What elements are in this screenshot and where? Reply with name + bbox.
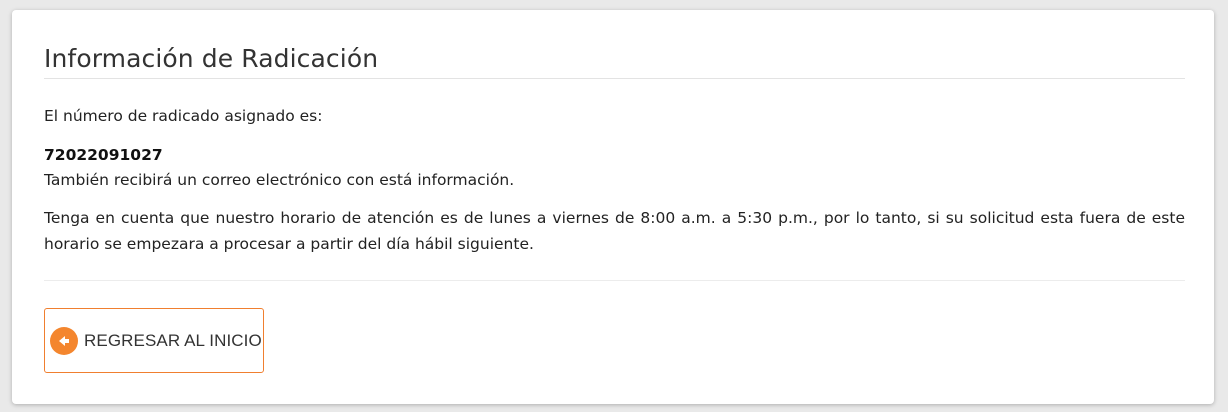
radicado-intro-text: El número de radicado asignado es:: [44, 107, 323, 125]
section-divider: [44, 280, 1185, 281]
back-to-home-button[interactable]: REGRESAR AL INICIO: [44, 308, 264, 373]
title-divider: [44, 78, 1185, 79]
radicado-number: 72022091027: [44, 146, 163, 164]
schedule-notice-text: Tenga en cuenta que nuestro horario de a…: [44, 209, 1185, 253]
radicacion-panel: Información de Radicación El número de r…: [12, 10, 1214, 404]
page-title: Información de Radicación: [44, 44, 379, 73]
arrow-left-circle-icon: [50, 326, 78, 355]
back-to-home-label: REGRESAR AL INICIO: [84, 330, 262, 350]
email-notice-text: También recibirá un correo electrónico c…: [44, 171, 515, 189]
